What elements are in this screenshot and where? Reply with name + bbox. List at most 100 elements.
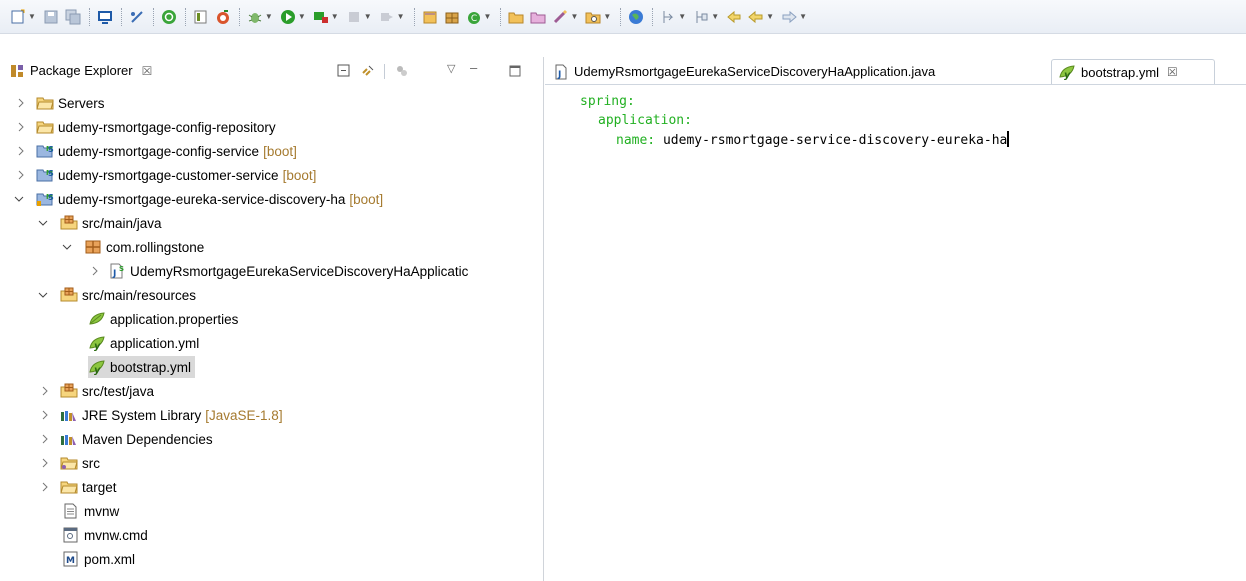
expand-twisty-icon[interactable]	[16, 170, 26, 180]
new-dropdown-arrow[interactable]: ▼	[28, 12, 36, 21]
header-separator	[384, 64, 385, 79]
back-dropdown-arrow[interactable]: ▼	[766, 12, 774, 21]
maximize-view-icon[interactable]	[509, 65, 522, 78]
svg-text:S: S	[119, 265, 124, 273]
collapse-all-icon[interactable]	[336, 63, 352, 79]
new-wizard-icon[interactable]	[10, 9, 26, 25]
minimize-view-icon[interactable]: ‒	[470, 60, 477, 75]
relaunch-dropdown-arrow[interactable]: ▼	[397, 12, 405, 21]
view-menu-icon[interactable]: ▽	[447, 62, 455, 75]
tree-item-pom-xml[interactable]: M pom.xml	[62, 548, 135, 570]
debug-icon[interactable]	[247, 9, 263, 25]
stop-icon[interactable]	[346, 9, 362, 25]
tree-item-maven-dependencies[interactable]: Maven Dependencies	[60, 428, 213, 450]
tree-item-label: src/test/java	[82, 383, 155, 399]
focus-on-active-task-icon[interactable]	[394, 63, 410, 79]
boot-decoration: [boot]	[282, 167, 317, 183]
tree-item-customer-service[interactable]: MS udemy-rsmortgage-customer-service [bo…	[36, 164, 316, 186]
run-icon[interactable]	[280, 9, 296, 25]
expand-twisty-icon[interactable]	[40, 458, 50, 468]
tree-item-label: src/main/java	[82, 215, 162, 231]
open-resource-icon[interactable]	[530, 9, 546, 25]
collapse-twisty-icon[interactable]	[62, 242, 72, 252]
console-icon[interactable]	[97, 9, 113, 25]
stop-dropdown-arrow[interactable]: ▼	[364, 12, 372, 21]
expand-twisty-icon[interactable]	[16, 98, 26, 108]
expand-twisty-icon[interactable]	[40, 434, 50, 444]
yaml-editor[interactable]	[545, 85, 1246, 581]
tree-item-config-repository[interactable]: udemy-rsmortgage-config-repository	[36, 116, 276, 138]
yaml-key: spring:	[580, 94, 635, 109]
search-dropdown-arrow[interactable]: ▼	[603, 12, 611, 21]
java-file-icon: J	[555, 64, 567, 80]
tree-item-application-properties[interactable]: application.properties	[88, 308, 238, 330]
open-folder-icon[interactable]	[508, 9, 524, 25]
tree-item-servers[interactable]: Servers	[36, 92, 105, 114]
tree-item-src-test-java[interactable]: src/test/java	[60, 380, 154, 402]
new-package-icon[interactable]	[444, 9, 460, 25]
tree-item-application-yml[interactable]: y application.yml	[88, 332, 199, 354]
expand-twisty-icon[interactable]	[16, 122, 26, 132]
forward-dropdown-arrow[interactable]: ▼	[799, 12, 807, 21]
last-edit-location-icon[interactable]	[726, 9, 742, 25]
tree-item-application-class[interactable]: JS UdemyRsmortgageEurekaServiceDiscovery…	[108, 260, 468, 282]
external-tools-dropdown-arrow[interactable]: ▼	[331, 12, 339, 21]
run-dropdown-arrow[interactable]: ▼	[298, 12, 306, 21]
globe-icon[interactable]	[628, 9, 644, 25]
edit-icon[interactable]	[552, 9, 568, 25]
next-annotation-icon[interactable]	[660, 9, 676, 25]
tab-application-java[interactable]: J UdemyRsmortgageEurekaServiceDiscoveryH…	[547, 59, 941, 84]
debug-dropdown-arrow[interactable]: ▼	[265, 12, 273, 21]
spring-boot-dashboard-icon[interactable]	[161, 9, 177, 25]
open-task-icon[interactable]	[215, 9, 231, 25]
edit-dropdown-arrow[interactable]: ▼	[570, 12, 578, 21]
tree-item-label: udemy-rsmortgage-customer-service	[58, 167, 279, 183]
yaml-key: application:	[598, 113, 692, 128]
back-icon[interactable]	[748, 9, 764, 25]
expand-twisty-icon[interactable]	[40, 410, 50, 420]
tree-item-com-rollingstone[interactable]: com.rollingstone	[84, 236, 204, 258]
collapse-twisty-icon[interactable]	[38, 290, 48, 300]
svg-text:S: S	[48, 145, 54, 154]
expand-twisty-icon[interactable]	[90, 266, 100, 276]
tree-item-eureka-service-discovery-ha[interactable]: MS udemy-rsmortgage-eureka-service-disco…	[36, 188, 383, 210]
expand-twisty-icon[interactable]	[40, 482, 50, 492]
main-toolbar: ▼ ▼ ▼ ▼ ▼ ▼ C ▼ ▼ ▼ ▼ ▼ ▼ ▼	[0, 0, 1246, 34]
close-tab-icon[interactable]: ☒	[1167, 65, 1178, 79]
search-icon[interactable]	[585, 9, 601, 25]
tab-bootstrap-yml[interactable]: y bootstrap.yml ☒	[1051, 59, 1215, 84]
new-class-dropdown-arrow[interactable]: ▼	[484, 12, 492, 21]
link-with-editor-icon[interactable]	[360, 63, 376, 79]
save-icon[interactable]	[43, 9, 59, 25]
tree-item-config-service[interactable]: MS udemy-rsmortgage-config-service [boot…	[36, 140, 297, 162]
tree-item-mvnw[interactable]: mvnw	[62, 500, 119, 522]
tree-item-mvnw-cmd[interactable]: mvnw.cmd	[62, 524, 148, 546]
expand-twisty-icon[interactable]	[16, 146, 26, 156]
previous-annotation-icon[interactable]	[693, 9, 709, 25]
tree-item-src-main-java[interactable]: src/main/java	[60, 212, 162, 234]
tree-item-jre-system-library[interactable]: JRE System Library [JavaSE-1.8]	[60, 404, 283, 426]
tree-item-src-main-resources[interactable]: src/main/resources	[60, 284, 196, 306]
new-class-icon[interactable]: C	[466, 9, 482, 25]
forward-icon[interactable]	[781, 9, 797, 25]
relaunch-icon[interactable]	[379, 9, 395, 25]
close-view-icon[interactable]: ☒	[142, 64, 153, 78]
new-java-project-icon[interactable]	[422, 9, 438, 25]
tree-item-src[interactable]: src	[60, 452, 100, 474]
previous-annotation-dropdown-arrow[interactable]: ▼	[711, 12, 719, 21]
expand-twisty-icon[interactable]	[40, 386, 50, 396]
open-type-icon[interactable]	[193, 9, 209, 25]
tree-item-target[interactable]: target	[60, 476, 117, 498]
skip-breakpoints-icon[interactable]	[129, 9, 145, 25]
external-tools-icon[interactable]	[313, 9, 329, 25]
collapse-twisty-icon[interactable]	[38, 218, 48, 228]
tab-package-explorer[interactable]: Package Explorer ☒	[10, 63, 152, 78]
save-all-icon[interactable]	[65, 9, 81, 25]
tree-item-bootstrap-yml[interactable]: y bootstrap.yml	[88, 356, 196, 378]
library-icon	[61, 435, 76, 445]
svg-text:y: y	[1064, 70, 1071, 80]
next-annotation-dropdown-arrow[interactable]: ▼	[678, 12, 686, 21]
svg-text:S: S	[48, 193, 54, 202]
collapse-twisty-icon[interactable]	[14, 194, 24, 204]
tree-item-label: Servers	[58, 95, 105, 111]
